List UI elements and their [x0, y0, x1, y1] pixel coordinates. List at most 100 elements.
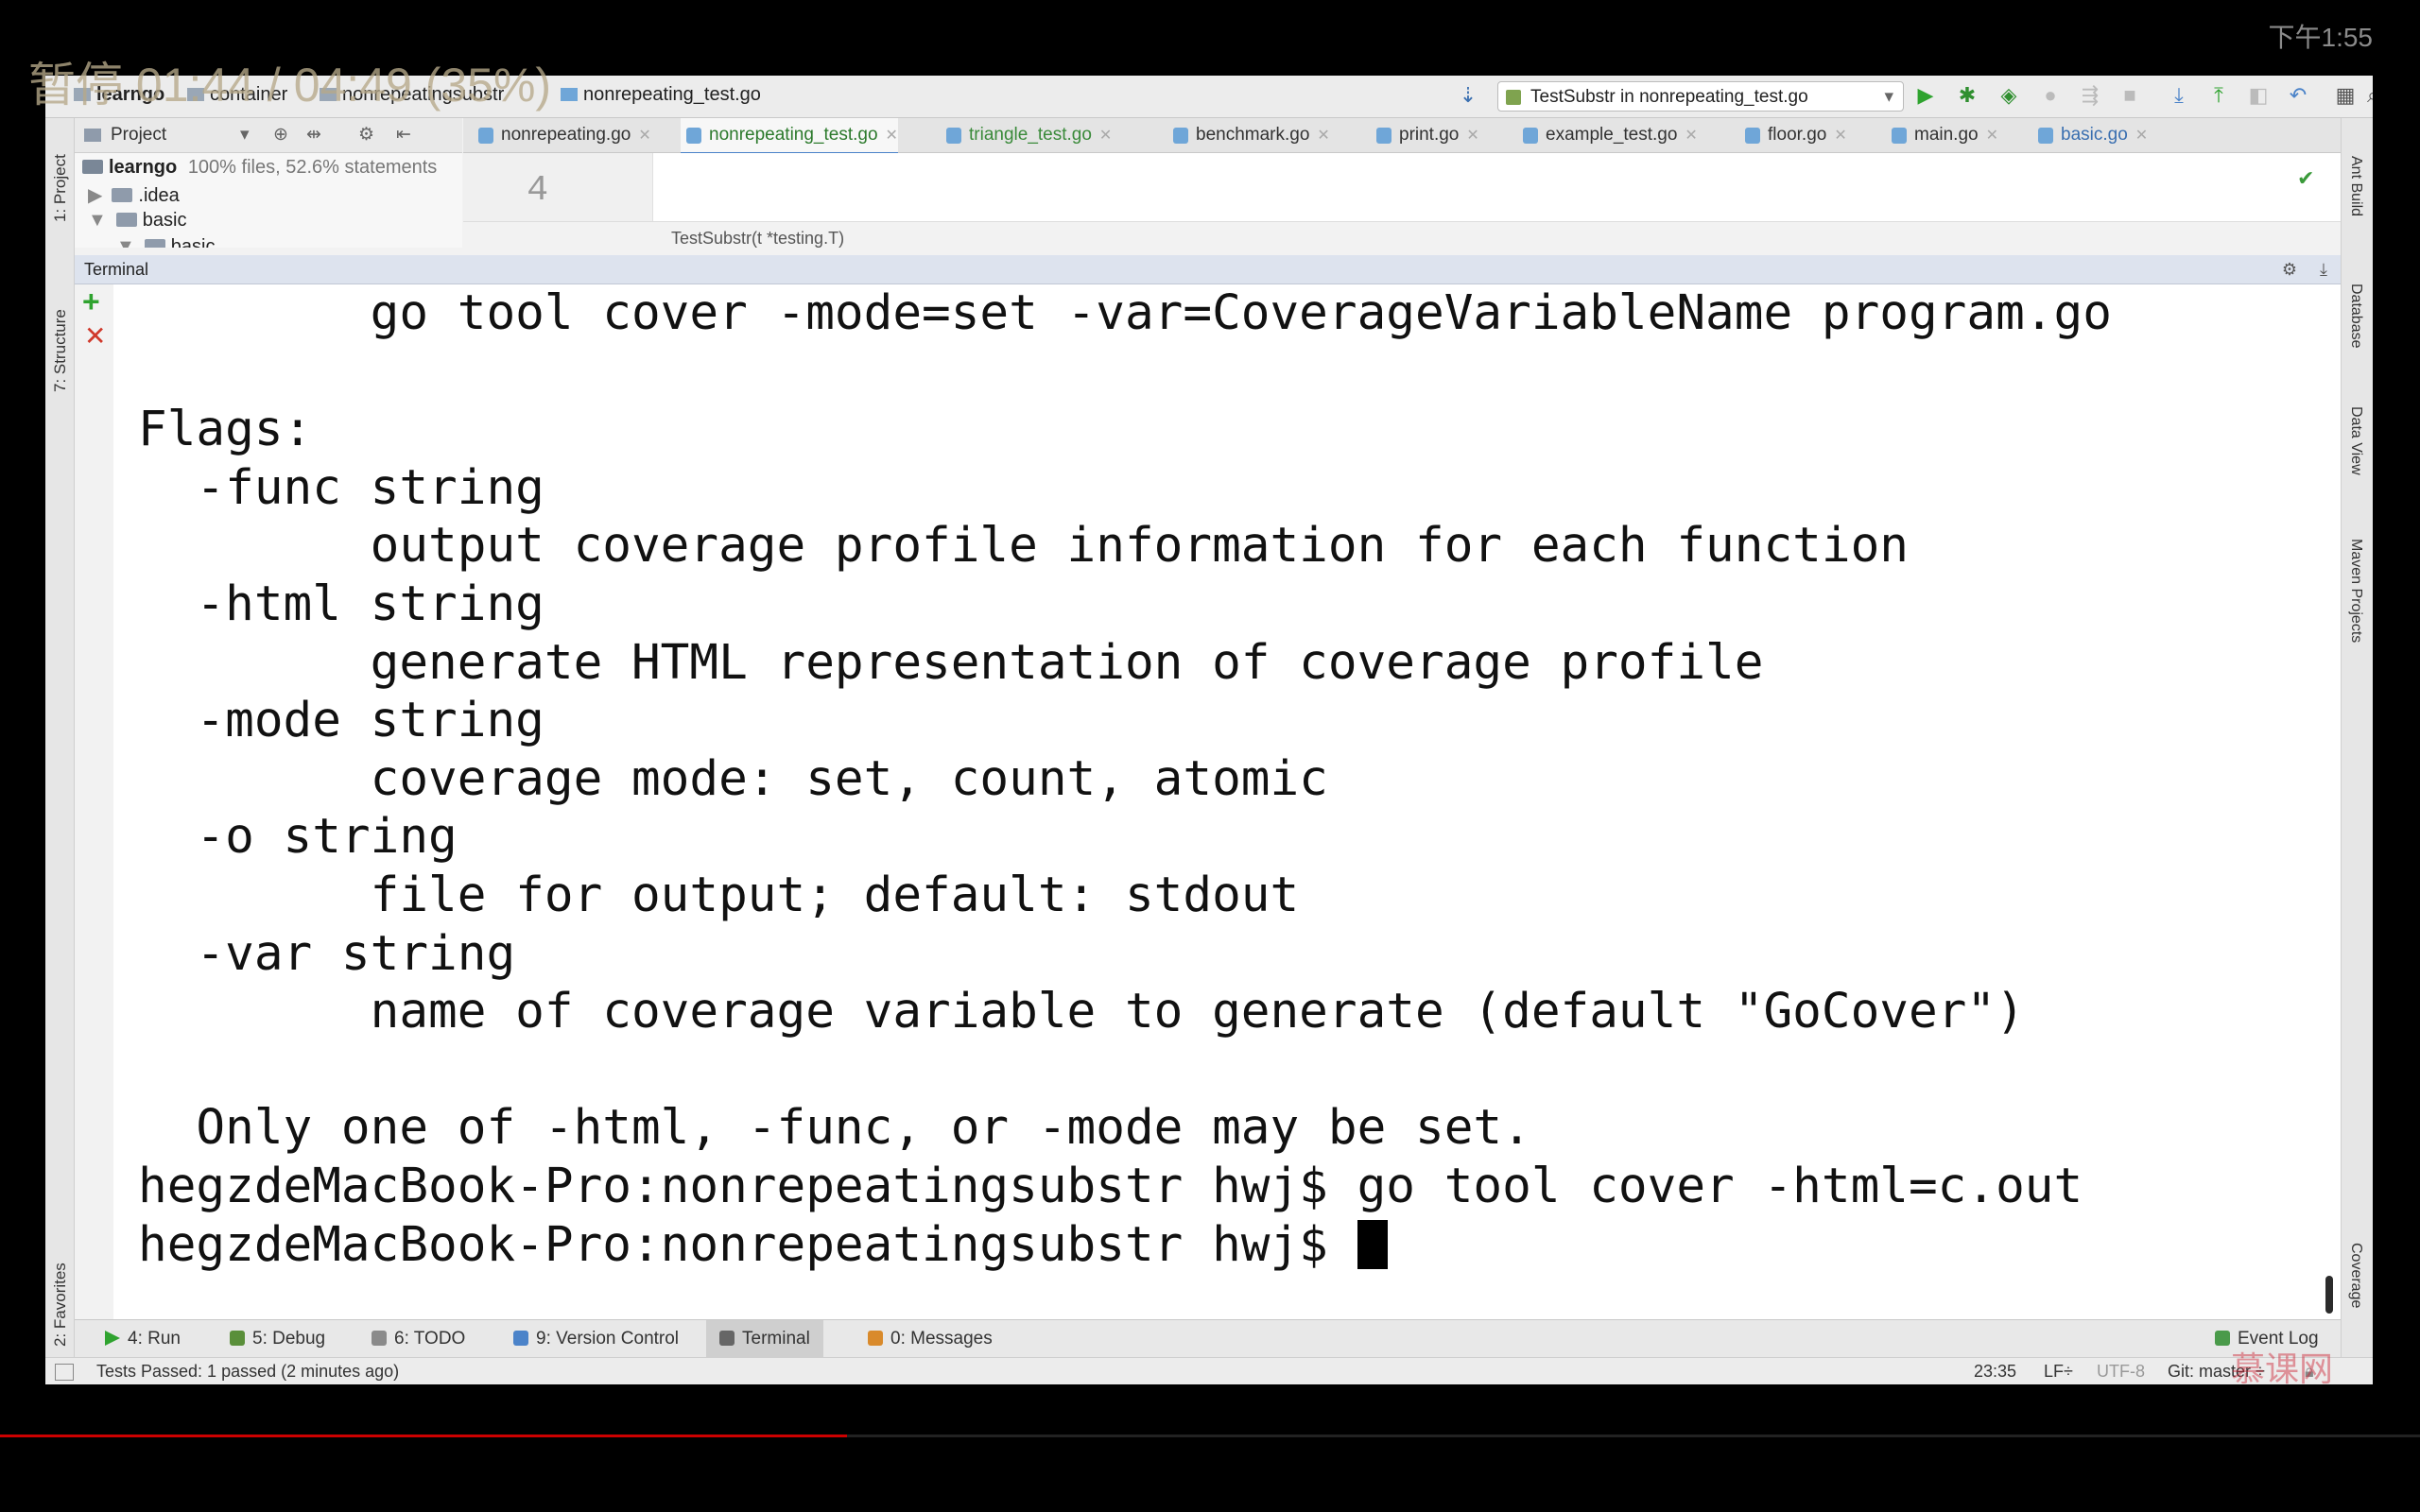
- run-icon[interactable]: ▶: [1913, 83, 1938, 108]
- tab-floor[interactable]: floor.go ✕: [1739, 118, 1847, 152]
- hide-panel-icon[interactable]: ⇤: [396, 118, 411, 152]
- run-configuration-select[interactable]: TestSubstr in nonrepeating_test.go ▾: [1497, 81, 1904, 112]
- test-config-icon: [1506, 90, 1521, 105]
- profile-icon[interactable]: ●: [2038, 83, 2063, 108]
- event-log-icon: [2215, 1331, 2230, 1346]
- project-view-select[interactable]: Project: [111, 118, 166, 152]
- build-icon[interactable]: ⇣: [1456, 83, 1480, 108]
- go-file-icon: [561, 88, 578, 101]
- editor-tab-bar: nonrepeating.go ✕ nonrepeating_test.go ✕ t…: [463, 118, 2341, 155]
- tree-item-basic[interactable]: ▼ basic: [88, 210, 187, 232]
- close-icon[interactable]: ✕: [1466, 128, 1478, 144]
- close-session-icon[interactable]: ✕: [84, 320, 106, 352]
- collapse-icon[interactable]: ⇹: [306, 118, 321, 152]
- go-file-icon: [1745, 128, 1760, 144]
- left-tool-stripe: 1: Project 7: Structure 2: Favorites: [45, 118, 75, 1384]
- close-icon[interactable]: ✕: [1986, 128, 1998, 144]
- folder-icon: [144, 239, 165, 248]
- watermark-logo: 慕课网: [2231, 1349, 2334, 1388]
- text-cursor: [1357, 1219, 1388, 1269]
- todo-icon: [372, 1331, 387, 1346]
- hide-icon[interactable]: ⤓: [2320, 255, 2327, 284]
- chevron-down-icon[interactable]: ▾: [240, 118, 250, 152]
- revert-icon[interactable]: ↶: [2286, 83, 2310, 108]
- debug-icon[interactable]: ✱: [1955, 83, 1979, 108]
- locate-icon[interactable]: ⊕: [273, 118, 288, 152]
- close-icon[interactable]: ✕: [1099, 128, 1112, 144]
- project-structure-icon[interactable]: ▦: [2333, 83, 2358, 108]
- project-tool-button[interactable]: 1: Project: [51, 154, 70, 222]
- version-control-tool-button[interactable]: 9: Version Control: [500, 1320, 692, 1358]
- tab-main[interactable]: main.go ✕: [1886, 118, 1998, 152]
- tab-nonrepeating[interactable]: nonrepeating.go ✕: [473, 118, 651, 152]
- project-tree: learngo 100% files, 52.6% statements ▶ .i…: [75, 153, 462, 248]
- close-icon[interactable]: ✕: [1317, 128, 1329, 144]
- coverage-tool-button[interactable]: Coverage: [2347, 1243, 2364, 1308]
- tree-item-basic-sub[interactable]: ▼ basic: [116, 236, 216, 248]
- video-progress-bar[interactable]: [0, 1435, 2420, 1437]
- terminal-text: go tool cover -mode=set -var=CoverageVar…: [138, 285, 2112, 1214]
- caret-position[interactable]: 23:35: [1974, 1358, 2016, 1384]
- tool-window-bar: 4: Run 5: Debug 6: TODO 9: Version Contr…: [75, 1319, 2341, 1358]
- structure-tool-button[interactable]: 7: Structure: [51, 309, 70, 392]
- video-status: 暂停 01:44 / 04:49 (35%): [28, 59, 552, 112]
- attach-icon[interactable]: ⇶: [2078, 83, 2102, 108]
- function-breadcrumb[interactable]: TestSubstr(t *testing.T): [671, 229, 844, 249]
- folder-icon: [112, 188, 133, 202]
- terminal[interactable]: go tool cover -mode=set -var=CoverageVar…: [113, 284, 2341, 1384]
- chevron-down-icon: ▼: [116, 236, 135, 248]
- data-view-tool-button[interactable]: Data View: [2347, 406, 2364, 475]
- run-tool-button[interactable]: 4: Run: [92, 1320, 194, 1358]
- tab-nonrepeating-test[interactable]: nonrepeating_test.go ✕: [681, 118, 898, 155]
- close-icon[interactable]: ✕: [886, 128, 898, 144]
- messages-icon: [868, 1331, 883, 1346]
- gear-icon[interactable]: ⚙: [358, 118, 374, 152]
- terminal-tool-button[interactable]: Terminal: [706, 1320, 823, 1358]
- messages-tool-button[interactable]: 0: Messages: [855, 1320, 1006, 1358]
- ant-build-tool-button[interactable]: Ant Build: [2347, 156, 2364, 216]
- debug-tool-button[interactable]: 5: Debug: [216, 1320, 338, 1358]
- chevron-down-icon: ▼: [88, 210, 107, 231]
- tab-triangle-test[interactable]: triangle_test.go ✕: [941, 118, 1112, 152]
- go-test-file-icon: [686, 128, 701, 144]
- breadcrumb-file[interactable]: nonrepeating_test.go: [561, 84, 761, 106]
- maven-tool-button[interactable]: Maven Projects: [2347, 539, 2364, 643]
- tab-basic[interactable]: basic.go ✕: [2032, 118, 2148, 152]
- go-file-icon: [1892, 128, 1907, 144]
- close-icon[interactable]: ✕: [1685, 128, 1697, 144]
- tab-benchmark[interactable]: benchmark.go ✕: [1167, 118, 1330, 152]
- project-panel-header: Project ▾ ⊕ ⇹ ⚙ ⇤: [75, 118, 462, 153]
- vcs-commit-icon[interactable]: ⤒: [2206, 83, 2231, 108]
- tab-example-test[interactable]: example_test.go ✕: [1517, 118, 1698, 152]
- favorites-tool-button[interactable]: 2: Favorites: [51, 1263, 70, 1347]
- vcs-icon: [513, 1331, 528, 1346]
- clock: 下午1:55: [2268, 23, 2374, 52]
- file-encoding[interactable]: UTF-8: [2097, 1358, 2145, 1384]
- run-with-coverage-icon[interactable]: ◈: [1996, 83, 2021, 108]
- close-icon[interactable]: ✕: [2135, 128, 2148, 144]
- close-icon[interactable]: ✕: [638, 128, 650, 144]
- ide-window: learngo container nonrepeatingsubstr non…: [45, 76, 2373, 1384]
- line-separator[interactable]: LF÷: [2044, 1358, 2073, 1384]
- todo-tool-button[interactable]: 6: TODO: [358, 1320, 478, 1358]
- project-icon: [84, 129, 101, 142]
- folder-icon: [115, 213, 137, 227]
- close-icon[interactable]: ✕: [1834, 128, 1846, 144]
- tab-print[interactable]: print.go ✕: [1371, 118, 1479, 152]
- new-session-icon[interactable]: +: [82, 284, 100, 319]
- terminal-scrollbar[interactable]: [2325, 1276, 2333, 1314]
- terminal-title: Terminal: [84, 260, 149, 279]
- vcs-update-icon[interactable]: ⤓: [2167, 83, 2191, 108]
- go-test-file-icon: [1523, 128, 1538, 144]
- check-icon: ✔: [2297, 166, 2315, 190]
- terminal-header: Terminal ⚙ ⤓: [75, 255, 2341, 284]
- database-tool-button[interactable]: Database: [2347, 284, 2364, 349]
- tree-item-idea[interactable]: ▶ .idea: [88, 183, 180, 207]
- stop-icon[interactable]: ■: [2118, 83, 2142, 108]
- status-bar: Tests Passed: 1 passed (2 minutes ago) 2…: [45, 1357, 2373, 1384]
- tool-windows-toggle-icon[interactable]: [55, 1364, 74, 1381]
- vcs-history-icon[interactable]: ◧: [2246, 83, 2271, 108]
- tree-item-root[interactable]: learngo 100% files, 52.6% statements: [82, 157, 437, 179]
- go-test-file-icon: [946, 128, 961, 144]
- gear-icon[interactable]: ⚙: [2282, 255, 2297, 284]
